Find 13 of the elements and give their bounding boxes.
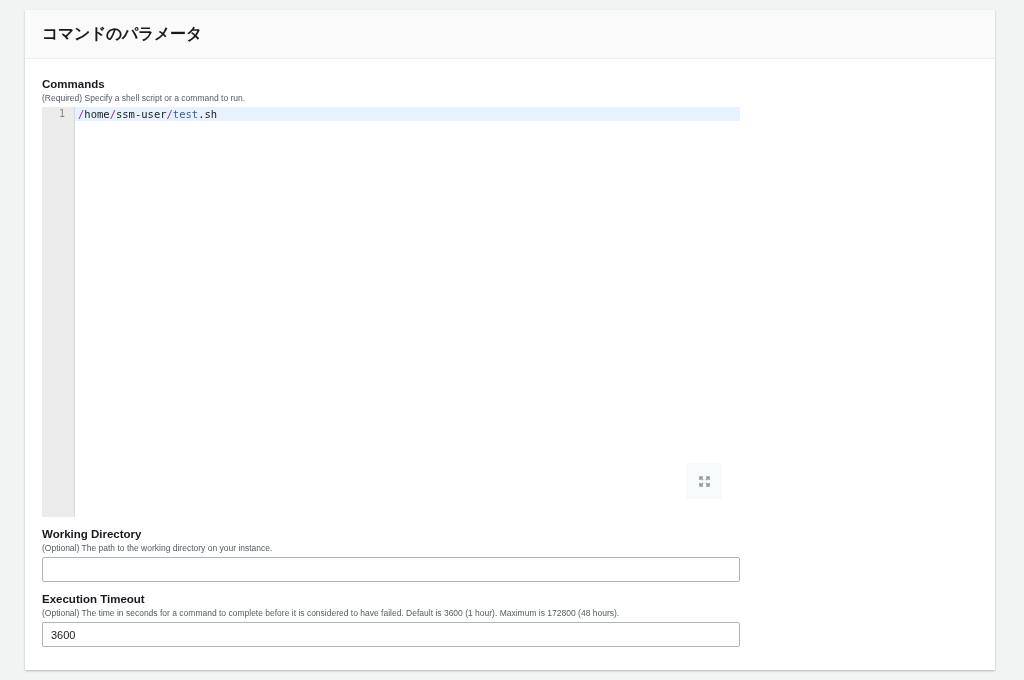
field-description: (Required) Specify a shell script or a command to run. [42, 93, 247, 103]
field-description: (Optional) The path to the working directory on your instance. [42, 543, 274, 553]
expand-button[interactable] [686, 463, 722, 499]
field-description: (Optional) The time in seconds for a command to complete before it is considered to have failed. Default is 3600 (1 hour). Maximum is 172800 (48 hours). [42, 608, 621, 618]
field-label: Working Directory [42, 528, 143, 540]
code-editor[interactable]: 1 /home/ssm-user/test.sh [42, 107, 740, 517]
line-number: 1 [57, 107, 66, 121]
expand-icon [698, 475, 710, 487]
input-field[interactable] [42, 557, 740, 582]
field-label: Commands [42, 78, 106, 90]
panel-title: コマンドのパラメータ [42, 23, 202, 45]
input-field[interactable]: 3600 [42, 622, 740, 647]
field-label: Execution Timeout [42, 593, 146, 605]
